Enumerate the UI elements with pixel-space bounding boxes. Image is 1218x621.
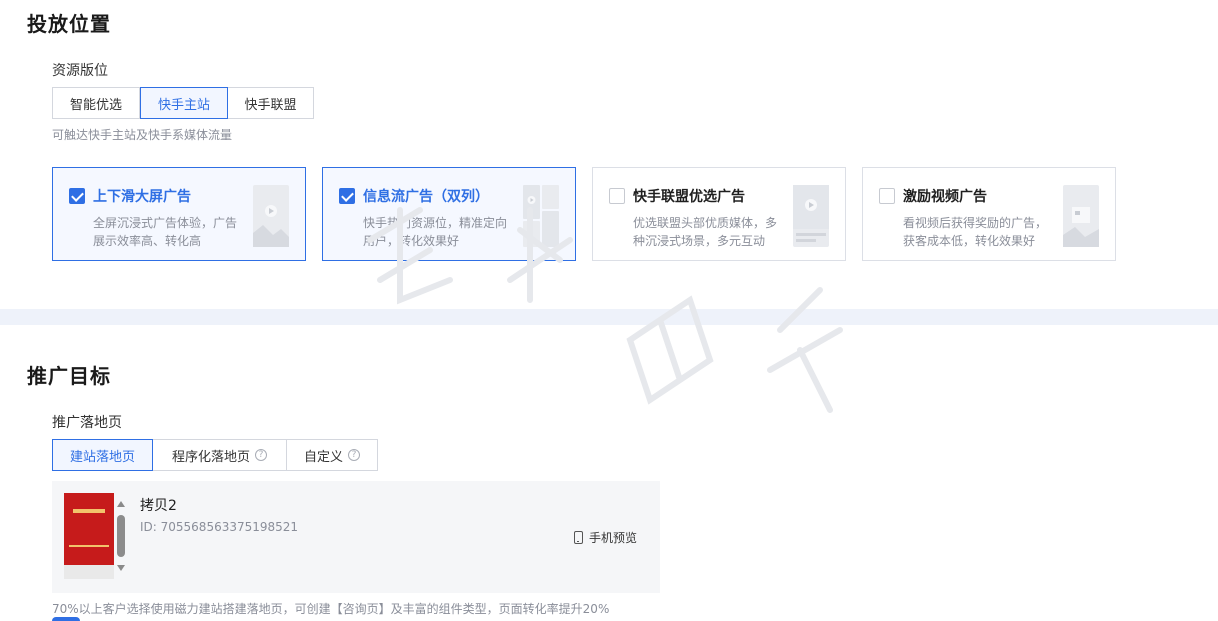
target-section-title: 推广目标: [27, 364, 111, 388]
landing-page-id: ID: 705568563375198521: [140, 520, 299, 534]
placement-card-reward-video[interactable]: 激励视频广告 看视频后获得奖励的广告，获客成本低，转化效果好: [862, 167, 1116, 261]
video-portrait-thumb-icon: [253, 185, 289, 247]
tab-kuaishou-union[interactable]: 快手联盟: [228, 87, 314, 119]
tab-programmatic-landing[interactable]: 程序化落地页 ?: [153, 439, 287, 471]
landing-page-hint: 70%以上客户选择使用磁力建站搭建落地页，可创建【咨询页】及丰富的组件类型，页面…: [52, 602, 610, 616]
tab-kuaishou-main[interactable]: 快手主站: [140, 87, 228, 119]
card-title: 上下滑大屏广告: [93, 189, 191, 205]
tab-label: 程序化落地页: [171, 449, 250, 465]
card-desc: 快手热门资源位，精准定向用户，转化效果好: [363, 216, 508, 248]
placement-card-union-select[interactable]: 快手联盟优选广告 优选联盟头部优质媒体，多种沉浸式场景，多元互动: [592, 167, 846, 261]
checkbox-reward-video[interactable]: [879, 188, 895, 204]
card-desc: 优选联盟头部优质媒体，多种沉浸式场景，多元互动: [633, 216, 778, 248]
scroll-down-arrow-icon[interactable]: [117, 565, 125, 571]
resource-slot-hint: 可触达快手主站及快手系媒体流量: [52, 128, 233, 142]
placement-section-title: 投放位置: [27, 12, 111, 36]
card-title: 信息流广告（双列）: [363, 189, 489, 205]
card-desc: 看视频后获得奖励的广告，获客成本低，转化效果好: [903, 216, 1048, 248]
help-icon[interactable]: ?: [255, 449, 267, 461]
help-icon[interactable]: ?: [348, 449, 360, 461]
resource-slot-label: 资源版位: [52, 63, 108, 79]
tab-label: 自定义: [303, 449, 343, 465]
dual-feed-thumb-icon: [523, 185, 559, 247]
card-title: 快手联盟优选广告: [633, 189, 745, 205]
section-divider: [0, 309, 1218, 325]
placement-card-dual-feed[interactable]: 信息流广告（双列） 快手热门资源位，精准定向用户，转化效果好: [322, 167, 576, 261]
mobile-preview-label: 手机预览: [589, 531, 638, 545]
scroll-up-arrow-icon[interactable]: [117, 501, 125, 507]
landing-page-thumbnail: [64, 493, 114, 579]
landing-page-tabs: 建站落地页 程序化落地页 ? 自定义 ?: [52, 439, 378, 471]
placement-card-fullscreen[interactable]: 上下滑大屏广告 全屏沉浸式广告体验，广告展示效率高、转化高: [52, 167, 306, 261]
tab-custom[interactable]: 自定义 ?: [287, 439, 378, 471]
landing-page-name: 拷贝2: [140, 498, 177, 514]
mobile-preview-button[interactable]: 手机预览: [574, 529, 637, 546]
tab-site-landing[interactable]: 建站落地页: [52, 439, 153, 471]
landing-page-card[interactable]: 拷贝2 ID: 705568563375198521 手机预览: [52, 481, 660, 593]
checkbox-dual-feed[interactable]: [339, 188, 355, 204]
tab-smart-select[interactable]: 智能优选: [52, 87, 140, 119]
switch-toggle[interactable]: [52, 617, 80, 621]
card-title: 激励视频广告: [903, 189, 987, 205]
landing-page-label: 推广落地页: [52, 415, 122, 431]
resource-slot-tabs: 智能优选 快手主站 快手联盟: [52, 87, 314, 119]
reward-video-thumb-icon: [1063, 185, 1099, 247]
phone-icon: [574, 531, 583, 544]
card-desc: 全屏沉浸式广告体验，广告展示效率高、转化高: [93, 216, 238, 248]
union-feed-thumb-icon: [793, 185, 829, 247]
scroll-thumb[interactable]: [117, 515, 125, 557]
checkbox-fullscreen[interactable]: [69, 188, 85, 204]
checkbox-union-select[interactable]: [609, 188, 625, 204]
thumbnail-scrollbar[interactable]: [116, 495, 126, 577]
